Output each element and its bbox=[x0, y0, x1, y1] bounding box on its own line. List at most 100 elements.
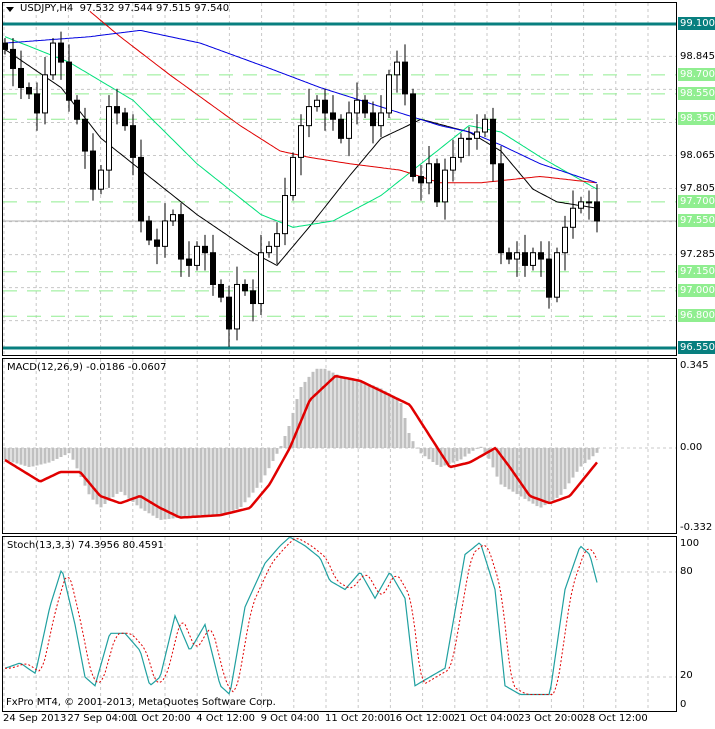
macd-histogram-bar bbox=[547, 448, 551, 503]
time-axis-label: 11 Oct 20:00 bbox=[325, 713, 391, 724]
macd-histogram-bar bbox=[359, 381, 363, 448]
macd-histogram-bar bbox=[423, 448, 427, 457]
candle-bear bbox=[178, 214, 184, 260]
time-axis-label: 23 Oct 20:00 bbox=[518, 713, 584, 724]
panel-borders bbox=[2, 2, 677, 712]
candle-bear bbox=[130, 125, 136, 158]
candle-bull bbox=[530, 252, 536, 266]
candle-bull bbox=[170, 214, 176, 222]
candle-bear bbox=[538, 252, 544, 260]
macd-histogram-bar bbox=[3, 448, 7, 460]
macd-histogram-bar bbox=[475, 447, 479, 449]
candle-bull bbox=[378, 112, 384, 127]
candle-bear bbox=[434, 163, 440, 203]
macd-panel-plot bbox=[3, 368, 599, 520]
candle-bull bbox=[50, 42, 56, 76]
candle-bull bbox=[298, 125, 304, 158]
macd-histogram-bar bbox=[595, 448, 599, 453]
macd-histogram-bar bbox=[571, 448, 575, 478]
macd-histogram-bar bbox=[515, 448, 519, 495]
candle-bear bbox=[10, 48, 16, 69]
macd-histogram-bar bbox=[355, 380, 359, 448]
candle-bear bbox=[186, 258, 192, 266]
macd-histogram-bar bbox=[363, 382, 367, 448]
collapse-triangle-icon[interactable] bbox=[6, 7, 14, 12]
macd-histogram-bar bbox=[43, 448, 47, 464]
macd-histogram-bar bbox=[199, 448, 203, 516]
macd-histogram-bar bbox=[519, 448, 523, 497]
macd-histogram-bar bbox=[407, 433, 411, 448]
candle-bull bbox=[450, 156, 456, 171]
level-label-green: 98.700 bbox=[678, 68, 715, 81]
macd-histogram-bar bbox=[39, 448, 43, 465]
candle-bear bbox=[370, 112, 376, 127]
macd-histogram-bar bbox=[215, 448, 219, 516]
candle-bear bbox=[410, 93, 416, 177]
macd-histogram-bar bbox=[559, 448, 563, 495]
level-label-green: 97.000 bbox=[678, 284, 715, 297]
candles bbox=[2, 31, 600, 347]
candle-bear bbox=[74, 99, 80, 120]
candle-bull bbox=[346, 112, 352, 139]
candle-bull bbox=[554, 252, 560, 298]
candle-bull bbox=[162, 220, 168, 247]
grid bbox=[3, 3, 676, 711]
macd-histogram-bar bbox=[323, 368, 327, 448]
candle-bear bbox=[146, 220, 152, 241]
macd-histogram-bar bbox=[455, 448, 459, 462]
macd-histogram-bar bbox=[295, 399, 299, 448]
time-axis-label: 27 Sep 04:00 bbox=[67, 713, 135, 724]
macd-histogram-bar bbox=[107, 448, 111, 501]
stoch-panel-border bbox=[2, 536, 677, 712]
macd-histogram-bar bbox=[419, 448, 423, 454]
candle-bull bbox=[562, 226, 568, 254]
candle-bull bbox=[42, 74, 48, 114]
candle-bull bbox=[290, 156, 296, 197]
candle-bull bbox=[394, 61, 400, 76]
stoch-signal-line bbox=[5, 538, 598, 695]
candle-bear bbox=[82, 118, 88, 152]
ohlc-values: 97.532 97.544 97.515 97.540 bbox=[79, 3, 230, 14]
level-label-green: 97.550 bbox=[678, 214, 715, 227]
macd-histogram-bar bbox=[251, 448, 255, 493]
macd-histogram-bar bbox=[339, 376, 343, 448]
candle-bear bbox=[90, 150, 96, 190]
macd-histogram-bar bbox=[263, 448, 267, 476]
macd-histogram-bar bbox=[223, 448, 227, 514]
candle-bear bbox=[2, 42, 8, 50]
moving-average-red bbox=[89, 10, 596, 184]
macd-histogram-bar bbox=[451, 448, 455, 463]
macd-histogram-bar bbox=[555, 448, 559, 498]
macd-histogram-bar bbox=[171, 448, 175, 519]
macd-histogram-bar bbox=[395, 398, 399, 448]
level-label-green: 98.350 bbox=[678, 112, 715, 125]
macd-histogram-bar bbox=[431, 448, 435, 463]
macd-histogram-bar bbox=[219, 448, 223, 515]
macd-histogram-bar bbox=[67, 448, 71, 454]
candle-bear bbox=[138, 156, 144, 222]
macd-histogram-bar bbox=[463, 448, 467, 457]
macd-histogram-bar bbox=[131, 448, 135, 502]
macd-histogram-bar bbox=[235, 448, 239, 510]
level-label-green: 97.700 bbox=[678, 195, 715, 208]
candle-bear bbox=[338, 118, 344, 139]
macd-axis-label: -0.332 bbox=[678, 521, 715, 534]
macd-histogram-bar bbox=[543, 448, 547, 506]
candle-bull bbox=[466, 137, 472, 140]
macd-histogram-bar bbox=[371, 385, 375, 448]
macd-histogram-bar bbox=[123, 448, 127, 496]
macd-histogram-bar bbox=[591, 448, 595, 457]
macd-histogram-bar bbox=[379, 388, 383, 448]
candle-bear bbox=[418, 175, 424, 184]
candle-bull bbox=[570, 207, 576, 228]
macd-histogram-bar bbox=[27, 448, 31, 467]
macd-histogram-bar bbox=[311, 371, 315, 448]
time-axis-label: 24 Sep 2013 bbox=[3, 713, 67, 724]
macd-histogram-bar bbox=[367, 383, 371, 448]
candle-bull bbox=[386, 74, 392, 114]
candle-bull bbox=[194, 245, 200, 266]
macd-histogram-bar bbox=[59, 448, 63, 458]
macd-histogram-bar bbox=[47, 448, 51, 463]
candle-bear bbox=[490, 118, 496, 165]
price-axis-label: 98.065 bbox=[678, 149, 715, 162]
